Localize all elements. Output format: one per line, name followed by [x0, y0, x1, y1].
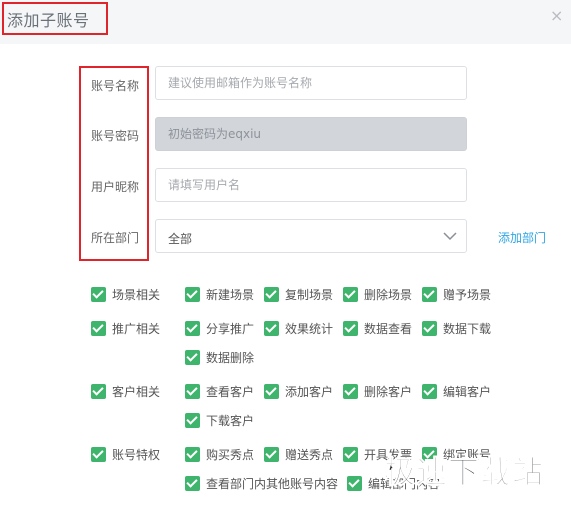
- perm-edit-customer[interactable]: 编辑客户: [422, 383, 491, 400]
- perm-download-data[interactable]: 数据下载: [422, 320, 491, 337]
- checkbox-checked-icon: [91, 447, 106, 462]
- checkbox-checked-icon: [91, 287, 106, 302]
- perm-account-group[interactable]: 账号特权: [91, 446, 160, 463]
- checkbox-checked-icon: [264, 321, 279, 336]
- perm-gift-scene[interactable]: 赠予场景: [422, 286, 491, 303]
- perm-delete-scene[interactable]: 删除场景: [343, 286, 412, 303]
- perm-view-customer[interactable]: 查看客户: [185, 383, 254, 400]
- checkbox-checked-icon: [91, 321, 106, 336]
- checkbox-checked-icon: [185, 321, 200, 336]
- checkbox-checked-icon: [185, 447, 200, 462]
- close-icon[interactable]: ×: [550, 6, 563, 25]
- checkbox-checked-icon: [343, 447, 358, 462]
- checkbox-checked-icon: [185, 413, 200, 428]
- perm-bind-account[interactable]: 绑定账号: [422, 446, 491, 463]
- perm-view-dept-accounts[interactable]: 查看部门内其他账号内容: [185, 475, 338, 492]
- password-label: 账号密码: [91, 129, 140, 143]
- checkbox-checked-icon: [264, 287, 279, 302]
- perm-new-scene[interactable]: 新建场景: [185, 286, 254, 303]
- checkbox-checked-icon: [185, 476, 200, 491]
- perm-delete-customer[interactable]: 删除客户: [343, 383, 412, 400]
- department-select[interactable]: 全部: [155, 219, 467, 253]
- checkbox-checked-icon: [264, 384, 279, 399]
- account-name-field: [155, 66, 467, 100]
- chevron-down-icon: [443, 232, 457, 241]
- perm-view-data[interactable]: 数据查看: [343, 320, 412, 337]
- checkbox-checked-icon: [422, 287, 437, 302]
- perm-copy-scene[interactable]: 复制场景: [264, 286, 333, 303]
- department-label: 所在部门: [91, 231, 140, 245]
- perm-download-customer[interactable]: 下载客户: [185, 412, 254, 429]
- perm-scene-group[interactable]: 场景相关: [91, 286, 160, 303]
- checkbox-checked-icon: [422, 384, 437, 399]
- perm-buy-points[interactable]: 购买秀点: [185, 446, 254, 463]
- checkbox-checked-icon: [347, 476, 362, 491]
- perm-customer-group[interactable]: 客户相关: [91, 383, 160, 400]
- perm-effect-stats[interactable]: 效果统计: [264, 320, 333, 337]
- perm-gift-points[interactable]: 赠送秀点: [264, 446, 333, 463]
- password-input: [156, 118, 466, 150]
- add-sub-account-dialog: 添加子账号 × 账号名称 账号密码 用户昵称 所在部门 全部 添加部门 场景相关…: [0, 0, 571, 507]
- perm-share-promotion[interactable]: 分享推广: [185, 320, 254, 337]
- perm-edit-dept-content[interactable]: 编辑部门内容: [347, 475, 440, 492]
- nickname-input[interactable]: [156, 169, 466, 201]
- checkbox-checked-icon: [264, 447, 279, 462]
- checkbox-checked-icon: [343, 287, 358, 302]
- add-department-link[interactable]: 添加部门: [498, 229, 546, 246]
- perm-issue-invoice[interactable]: 开具发票: [343, 446, 412, 463]
- checkbox-checked-icon: [422, 321, 437, 336]
- nickname-field: [155, 168, 467, 202]
- checkbox-checked-icon: [343, 384, 358, 399]
- checkbox-checked-icon: [422, 447, 437, 462]
- password-field: [155, 117, 467, 151]
- account-name-label: 账号名称: [91, 79, 140, 93]
- checkbox-checked-icon: [343, 321, 358, 336]
- nickname-label: 用户昵称: [91, 180, 140, 194]
- department-selected-value: 全部: [168, 232, 193, 246]
- perm-add-customer[interactable]: 添加客户: [264, 383, 333, 400]
- perm-promotion-group[interactable]: 推广相关: [91, 320, 160, 337]
- perm-delete-data[interactable]: 数据删除: [185, 349, 254, 366]
- dialog-title: 添加子账号: [7, 11, 90, 30]
- checkbox-checked-icon: [91, 384, 106, 399]
- account-name-input[interactable]: [156, 67, 466, 99]
- checkbox-checked-icon: [185, 384, 200, 399]
- checkbox-checked-icon: [185, 287, 200, 302]
- checkbox-checked-icon: [185, 350, 200, 365]
- dialog-header: 添加子账号 ×: [0, 0, 571, 44]
